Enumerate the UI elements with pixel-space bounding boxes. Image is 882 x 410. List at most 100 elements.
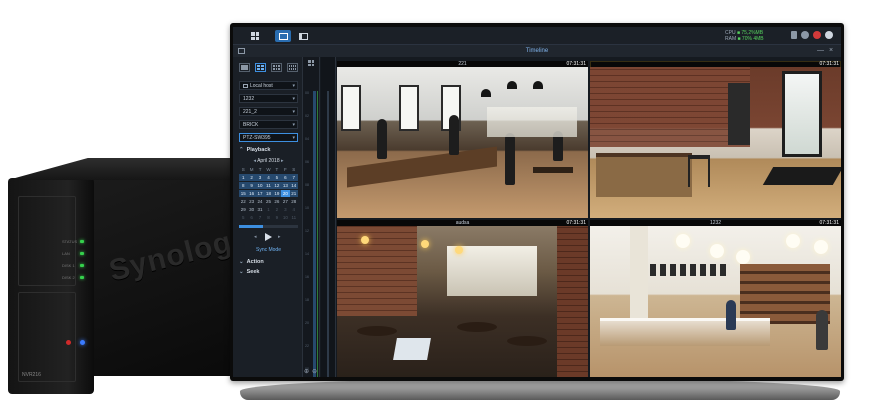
calendar-day[interactable]: 30 <box>247 206 255 213</box>
calendar-day[interactable]: 11 <box>290 214 298 221</box>
calendar-day[interactable]: 2 <box>273 206 281 213</box>
camera-select-4[interactable]: PTZ-SW395 ▾ <box>239 133 298 142</box>
play-button[interactable] <box>265 233 272 241</box>
sync-mode-button[interactable]: Sync Mode <box>239 246 298 254</box>
calendar-day[interactable]: 24 <box>256 198 264 205</box>
calendar-day[interactable]: 8 <box>239 182 248 189</box>
timeline-position-marker[interactable] <box>327 91 329 377</box>
calendar-day[interactable]: 6 <box>281 174 290 181</box>
camera-view-1[interactable]: 221 07:31:31 <box>337 61 588 218</box>
calendar-day[interactable]: 9 <box>273 214 281 221</box>
alert-icon[interactable] <box>813 31 821 39</box>
calendar-day[interactable]: 29 <box>239 206 247 213</box>
calendar-day[interactable]: 5 <box>239 214 247 221</box>
nas-led-disk2 <box>80 276 84 279</box>
host-select[interactable]: Local host ▾ <box>239 81 298 90</box>
layout-1x1-button[interactable] <box>239 63 250 72</box>
calendar-day[interactable]: 12 <box>272 182 282 189</box>
camera-view-3[interactable]: audsa 07:31:31 <box>337 220 588 377</box>
user-icon[interactable] <box>825 31 833 39</box>
calendar-day[interactable]: 4 <box>290 206 298 213</box>
calendar-day[interactable]: 18 <box>264 190 273 197</box>
camera-select-3[interactable]: BRICK ▾ <box>239 120 298 129</box>
timeline-ruler[interactable] <box>321 57 336 377</box>
calendar-day[interactable]: 27 <box>281 198 289 205</box>
calendar-day[interactable]: 26 <box>273 198 281 205</box>
camera-select-value: 1232 <box>243 96 255 102</box>
timeline-tick-label: 06 <box>305 160 309 164</box>
layout-2x2-button[interactable] <box>255 63 266 72</box>
calendar-day[interactable]: 9 <box>247 182 256 189</box>
seek-section-header[interactable]: ⌄ Seek <box>235 268 301 277</box>
calendar-day[interactable]: 20 <box>281 190 290 197</box>
calendar-day[interactable]: 10 <box>255 182 265 189</box>
calendar-day[interactable]: 3 <box>255 174 265 181</box>
timeline-tick-label: 22 <box>305 344 309 348</box>
liveview-app-button[interactable] <box>295 30 311 42</box>
chevron-down-icon: ▾ <box>292 135 295 141</box>
calendar-day[interactable]: 21 <box>289 190 298 197</box>
lock-icon[interactable] <box>791 31 797 39</box>
calendar-day[interactable]: 7 <box>289 174 298 181</box>
camera-view-4[interactable]: 1232 07:31:31 <box>590 220 841 377</box>
calendar-day[interactable]: 25 <box>264 198 272 205</box>
zoom-in-button[interactable]: ⊕ <box>304 368 309 375</box>
calendar-day[interactable]: 16 <box>247 190 256 197</box>
notification-icon[interactable] <box>801 31 809 39</box>
camera-select-1[interactable]: 1232 ▾ <box>239 94 298 103</box>
calendar-day[interactable]: 13 <box>281 182 290 189</box>
calendar-day[interactable]: 7 <box>256 214 264 221</box>
chevron-down-icon: ▾ <box>292 83 295 89</box>
ram-label: RAM <box>725 36 737 42</box>
next-button[interactable]: ▸ <box>278 234 283 240</box>
layout-3x3-button[interactable] <box>271 63 282 72</box>
close-button[interactable]: × <box>829 47 833 54</box>
calendar-weekday: F <box>283 167 287 172</box>
layout-4x4-button[interactable] <box>287 63 298 72</box>
calendar-day[interactable]: 1 <box>264 206 272 213</box>
calendar-day[interactable]: 14 <box>289 182 298 189</box>
calendar-day[interactable]: 19 <box>272 190 282 197</box>
minimize-button[interactable]: — <box>817 47 824 54</box>
calendar-day[interactable]: 8 <box>264 214 272 221</box>
calendar-day[interactable]: 22 <box>239 198 247 205</box>
liveview-app-icon <box>298 32 308 40</box>
camera-timestamp: 07:31:31 <box>819 220 839 226</box>
calendar-day[interactable]: 11 <box>264 182 273 189</box>
host-select-value: Local host <box>250 83 273 89</box>
host-icon <box>243 84 248 88</box>
main-menu-button[interactable] <box>247 30 263 42</box>
calendar-day[interactable]: 10 <box>281 214 289 221</box>
brick-column <box>557 226 588 377</box>
calendar-day[interactable]: 1 <box>239 174 248 181</box>
camera-header: 07:31:31 <box>590 61 841 67</box>
calendar-month: April 2018 <box>257 158 280 164</box>
recording-bar[interactable] <box>313 91 316 377</box>
calendar-day[interactable]: 23 <box>247 198 255 205</box>
zoom-out-button[interactable]: ⊖ <box>312 368 317 375</box>
calendar-day[interactable]: 15 <box>239 190 248 197</box>
camera-select-value: PTZ-SW395 <box>243 135 271 141</box>
calendar-day[interactable]: 31 <box>256 206 264 213</box>
nas-drive-bay-2 <box>18 292 76 382</box>
playback-speed-slider[interactable] <box>239 225 298 228</box>
camera-timestamp: 07:31:31 <box>819 61 839 67</box>
action-section-header[interactable]: ⌄ Action <box>235 258 301 267</box>
next-month-button[interactable]: ▸ <box>280 158 284 164</box>
nas-led-label: STATUS <box>62 239 78 244</box>
camera-select-2[interactable]: 221_2 ▾ <box>239 107 298 116</box>
calendar-day[interactable]: 3 <box>281 206 289 213</box>
playback-section-header[interactable]: ⌃ Playback <box>235 146 301 155</box>
calendar-day[interactable]: 6 <box>247 214 255 221</box>
calendar-day[interactable]: 2 <box>247 174 256 181</box>
calendar-day[interactable]: 28 <box>290 198 298 205</box>
calendar-day[interactable]: 5 <box>272 174 282 181</box>
camera-view-2[interactable]: 07:31:31 <box>590 61 841 218</box>
timeline-app-button[interactable] <box>275 30 291 42</box>
nas-power-button[interactable] <box>80 340 85 345</box>
calendar-day[interactable]: 17 <box>255 190 265 197</box>
timeline-strip[interactable]: 00 02 04 06 08 10 12 14 16 18 20 22 00 ⊕ ⊖ <box>303 57 320 377</box>
previous-button[interactable]: ◂ <box>254 234 259 240</box>
calendar-day[interactable]: 4 <box>264 174 273 181</box>
timeline-tick-label: 10 <box>305 206 309 210</box>
